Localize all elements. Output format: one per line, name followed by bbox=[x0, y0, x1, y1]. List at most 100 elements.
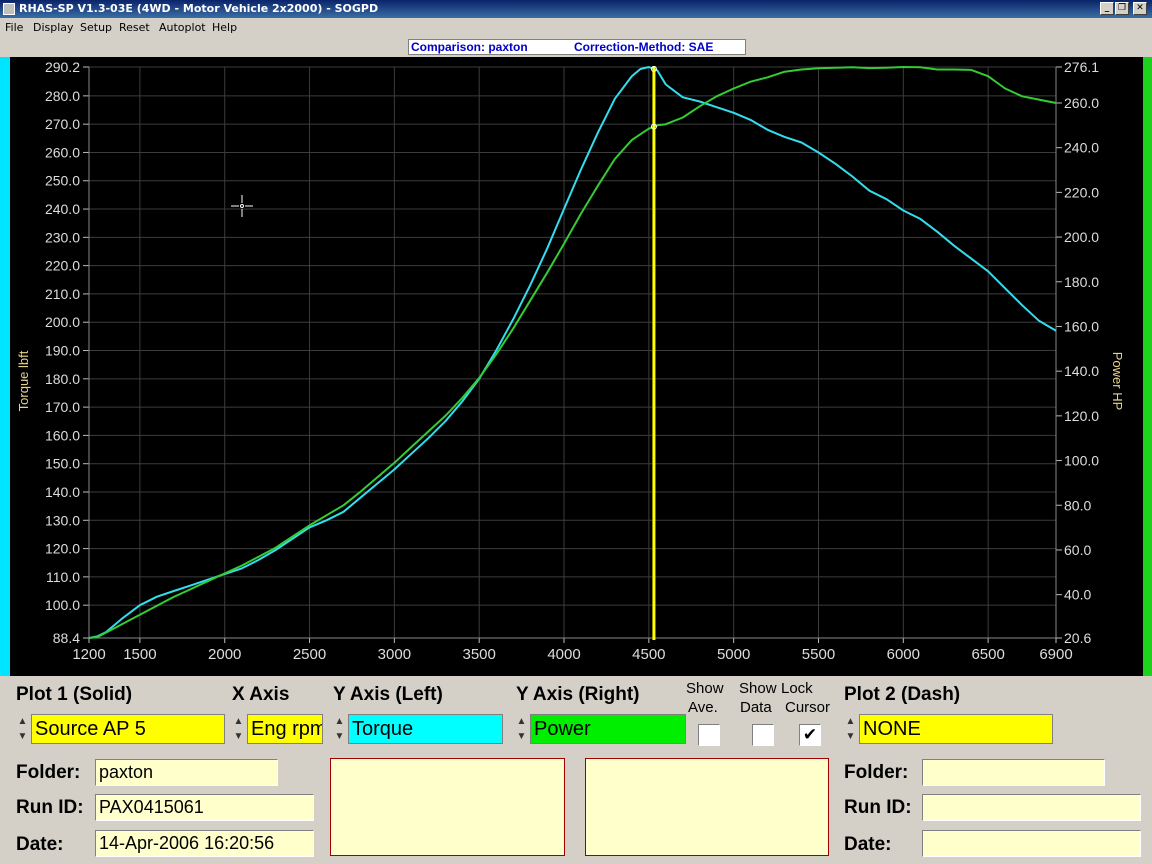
y-right-tick-label: 100.0 bbox=[1064, 453, 1099, 469]
y-left-tick-label: 170.0 bbox=[45, 399, 80, 415]
xaxis-spinner[interactable]: ▲ ▼ bbox=[231, 714, 246, 744]
y-left-tick-label: 210.0 bbox=[45, 286, 80, 302]
plot1-spinner[interactable]: ▲ ▼ bbox=[15, 714, 30, 744]
y-left-tick-label: 130.0 bbox=[45, 512, 80, 528]
plot2-select[interactable]: NONE bbox=[859, 714, 1053, 744]
app-icon bbox=[3, 3, 15, 15]
plot2-spinner[interactable]: ▲ ▼ bbox=[843, 714, 858, 744]
spin-up-icon[interactable]: ▲ bbox=[15, 714, 30, 729]
y-right-tick-label: 220.0 bbox=[1064, 184, 1099, 200]
menu-help[interactable]: Help bbox=[212, 18, 237, 38]
spin-down-icon[interactable]: ▼ bbox=[231, 729, 246, 744]
run2-notes-box[interactable] bbox=[585, 758, 829, 856]
title-bar: RHAS-SP V1.3-03E (4WD - Motor Vehicle 2x… bbox=[0, 0, 1152, 18]
x-tick-label: 4000 bbox=[547, 646, 580, 663]
yaxis-left-label: Y Axis (Left) bbox=[333, 684, 443, 705]
comparison-info: Comparison: paxton Correction-Method: SA… bbox=[408, 39, 746, 55]
y-right-tick-label: 80.0 bbox=[1064, 497, 1091, 513]
x-tick-label: 5500 bbox=[802, 646, 835, 663]
x-tick-label: 1200 bbox=[72, 646, 105, 663]
run2-runid-label: Run ID: bbox=[844, 797, 912, 818]
spin-down-icon[interactable]: ▼ bbox=[332, 729, 347, 744]
y-right-tick-label: 140.0 bbox=[1064, 363, 1099, 379]
y-left-tick-label: 260.0 bbox=[45, 144, 80, 160]
show-ave-label-1: Show bbox=[686, 680, 724, 697]
x-tick-label: 3000 bbox=[378, 646, 411, 663]
menu-display[interactable]: Display bbox=[33, 18, 74, 38]
lock-cursor-label-2: Cursor bbox=[785, 699, 831, 716]
y-left-tick-label: 290.2 bbox=[45, 59, 80, 75]
run1-date-label: Date: bbox=[16, 834, 64, 855]
menu-autoplot[interactable]: Autoplot bbox=[159, 18, 206, 38]
axes bbox=[83, 66, 1062, 643]
y-right-tick-label: 160.0 bbox=[1064, 318, 1099, 334]
yaxis-right-select[interactable]: Power bbox=[530, 714, 686, 744]
xaxis-label: X Axis bbox=[232, 684, 290, 705]
spin-down-icon[interactable]: ▼ bbox=[843, 729, 858, 744]
spin-up-icon[interactable]: ▲ bbox=[332, 714, 347, 729]
show-ave-checkbox[interactable] bbox=[698, 724, 720, 746]
show-data-label-2: Data bbox=[740, 699, 772, 716]
spin-down-icon[interactable]: ▼ bbox=[514, 729, 529, 744]
x-tick-label: 2500 bbox=[293, 646, 326, 663]
tick-labels: 1200 1500 2000 2500 3000 3500 4000 4500 5000 5500… bbox=[45, 59, 1099, 663]
restore-button[interactable]: ❐ bbox=[1115, 2, 1129, 15]
x-tick-label: 5000 bbox=[717, 646, 750, 663]
y-left-tick-label: 88.4 bbox=[53, 630, 80, 646]
lock-cursor-checkbox[interactable]: ✔ bbox=[799, 724, 821, 746]
xaxis-select[interactable]: Eng rpm bbox=[247, 714, 323, 744]
info-bar: Comparison: paxton Correction-Method: SA… bbox=[0, 38, 1152, 57]
show-ave-label-2: Ave. bbox=[688, 699, 718, 716]
x-tick-label: 6900 bbox=[1039, 646, 1072, 663]
spin-down-icon[interactable]: ▼ bbox=[15, 729, 30, 744]
run2-date-label: Date: bbox=[844, 834, 892, 855]
run1-date-field[interactable]: 14-Apr-2006 16:20:56 bbox=[95, 830, 314, 857]
run2-runid-field[interactable] bbox=[922, 794, 1141, 821]
spin-up-icon[interactable]: ▲ bbox=[843, 714, 858, 729]
y-right-tick-label: 240.0 bbox=[1064, 140, 1099, 156]
close-button[interactable]: ✕ bbox=[1133, 2, 1147, 15]
yaxis-left-select[interactable]: Torque bbox=[348, 714, 503, 744]
run1-runid-field[interactable]: PAX0415061 bbox=[95, 794, 314, 821]
x-tick-label: 6000 bbox=[887, 646, 920, 663]
menu-file[interactable]: File bbox=[5, 18, 23, 38]
y-right-tick-label: 200.0 bbox=[1064, 229, 1099, 245]
y-axis-left-title: Torque lbft bbox=[16, 350, 31, 411]
run1-notes-box[interactable] bbox=[330, 758, 565, 856]
x-tick-label: 1500 bbox=[123, 646, 156, 663]
run1-folder-label: Folder: bbox=[16, 762, 81, 783]
y-right-tick-label: 180.0 bbox=[1064, 274, 1099, 290]
y-left-tick-label: 230.0 bbox=[45, 229, 80, 245]
y-right-tick-label: 60.0 bbox=[1064, 542, 1091, 558]
y-left-tick-label: 250.0 bbox=[45, 173, 80, 189]
run1-folder-field[interactable]: paxton bbox=[95, 759, 278, 786]
menu-reset[interactable]: Reset bbox=[119, 18, 150, 38]
plot2-label: Plot 2 (Dash) bbox=[844, 684, 961, 705]
dyno-chart[interactable]: 1200 1500 2000 2500 3000 3500 4000 4500 5000 5500… bbox=[0, 57, 1152, 676]
spin-up-icon[interactable]: ▲ bbox=[514, 714, 529, 729]
y-right-tick-label: 20.6 bbox=[1064, 630, 1091, 646]
x-tick-label: 6500 bbox=[971, 646, 1004, 663]
spin-up-icon[interactable]: ▲ bbox=[231, 714, 246, 729]
run1-runid-label: Run ID: bbox=[16, 797, 84, 818]
run2-folder-field[interactable] bbox=[922, 759, 1105, 786]
minimize-button[interactable]: _ bbox=[1100, 2, 1114, 15]
plot1-select[interactable]: Source AP 5 bbox=[31, 714, 225, 744]
run2-date-field[interactable] bbox=[922, 830, 1141, 857]
y-right-tick-label: 40.0 bbox=[1064, 587, 1091, 603]
y-left-tick-label: 240.0 bbox=[45, 201, 80, 217]
menu-setup[interactable]: Setup bbox=[80, 18, 112, 38]
y-left-tick-label: 200.0 bbox=[45, 314, 80, 330]
y-left-tick-label: 270.0 bbox=[45, 116, 80, 132]
y-left-tick-label: 180.0 bbox=[45, 371, 80, 387]
lock-cursor-label-1: Lock bbox=[781, 680, 813, 697]
yaxis-left-spinner[interactable]: ▲ ▼ bbox=[332, 714, 347, 744]
yaxis-right-spinner[interactable]: ▲ ▼ bbox=[514, 714, 529, 744]
y-right-tick-label: 276.1 bbox=[1064, 59, 1099, 75]
window-title: RHAS-SP V1.3-03E (4WD - Motor Vehicle 2x… bbox=[19, 2, 379, 15]
show-data-checkbox[interactable] bbox=[752, 724, 774, 746]
grid-lines bbox=[88, 66, 1057, 639]
correction-text: Correction-Method: SAE bbox=[574, 40, 714, 54]
y-right-tick-label: 260.0 bbox=[1064, 95, 1099, 111]
x-tick-label: 3500 bbox=[463, 646, 496, 663]
